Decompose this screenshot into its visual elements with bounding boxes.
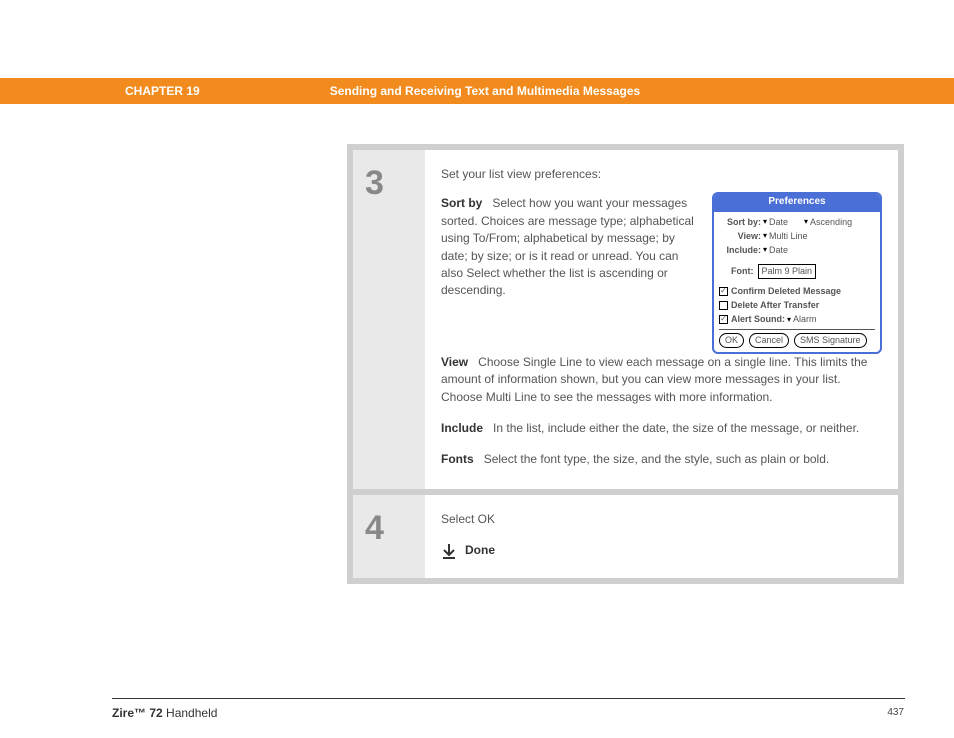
done-row: Done <box>441 542 882 559</box>
fonts-paragraph: Fonts Select the font type, the size, an… <box>441 451 882 468</box>
prefs-delete-label: Delete After Transfer <box>731 299 819 312</box>
ok-button[interactable]: OK <box>719 333 744 348</box>
dropdown-arrow-icon[interactable]: ▾ <box>763 230 767 242</box>
prefs-delete-row[interactable]: Delete After Transfer <box>719 299 875 312</box>
dropdown-arrow-icon[interactable]: ▾ <box>787 314 791 326</box>
chapter-title: Sending and Receiving Text and Multimedi… <box>330 84 641 98</box>
prefs-sortby-label: Sort by: <box>719 216 761 229</box>
sortby-text: Select how you want your messages sorted… <box>441 196 694 297</box>
sortby-paragraph: Sort by Select how you want your message… <box>441 195 698 299</box>
prefs-order-value[interactable]: Ascending <box>810 216 852 229</box>
checkbox-checked-icon[interactable]: ✓ <box>719 315 728 324</box>
step-body: Select OK Done <box>425 495 898 578</box>
prefs-font-label: Font: <box>731 265 754 278</box>
step-4: 4 Select OK Done <box>353 495 898 578</box>
chapter-label: CHAPTER 19 <box>125 84 200 98</box>
view-label: View <box>441 355 468 369</box>
prefs-alert-label: Alert Sound: <box>731 313 785 326</box>
step-intro: Set your list view preferences: <box>441 166 698 183</box>
step-body: Set your list view preferences: Sort by … <box>425 150 898 489</box>
prefs-include-label: Include: <box>719 244 761 257</box>
prefs-alert-value[interactable]: Alarm <box>793 313 817 326</box>
preferences-dialog: Preferences Sort by: ▾ Date ▾ Ascending <box>712 192 882 354</box>
footer-brand: Zire™ 72 <box>112 706 163 720</box>
step-number: 4 <box>353 495 425 578</box>
prefs-confirm-label: Confirm Deleted Message <box>731 285 841 298</box>
step-4-text: Select OK <box>441 511 882 528</box>
footer-product: Zire™ 72 Handheld <box>112 706 217 720</box>
view-text: Choose Single Line to view each message … <box>441 355 867 404</box>
checkbox-checked-icon[interactable]: ✓ <box>719 287 728 296</box>
prefs-view-row: View: ▾ Multi Line <box>719 230 875 243</box>
prefs-button-row: OK Cancel SMS Signature <box>719 329 875 348</box>
fonts-text: Select the font type, the size, and the … <box>484 452 830 466</box>
sms-signature-button[interactable]: SMS Signature <box>794 333 867 348</box>
footer-model: Handheld <box>166 706 217 720</box>
instruction-panel: 3 Set your list view preferences: Sort b… <box>347 144 904 584</box>
prefs-confirm-row[interactable]: ✓ Confirm Deleted Message <box>719 285 875 298</box>
prefs-include-row: Include: ▾ Date <box>719 244 875 257</box>
prefs-sortby-value[interactable]: Date <box>769 216 788 229</box>
prefs-view-label: View: <box>719 230 761 243</box>
dropdown-arrow-icon[interactable]: ▾ <box>763 244 767 256</box>
checkbox-unchecked-icon[interactable] <box>719 301 728 310</box>
include-paragraph: Include In the list, include either the … <box>441 420 882 437</box>
fonts-label: Fonts <box>441 452 474 466</box>
prefs-view-value[interactable]: Multi Line <box>769 230 808 243</box>
page-number: 437 <box>887 707 904 718</box>
dropdown-arrow-icon[interactable]: ▾ <box>763 216 767 228</box>
sortby-label: Sort by <box>441 196 482 210</box>
chapter-header: CHAPTER 19 Sending and Receiving Text an… <box>0 78 954 104</box>
step-number: 3 <box>353 150 425 489</box>
dropdown-arrow-icon[interactable]: ▾ <box>804 216 808 228</box>
prefs-include-value[interactable]: Date <box>769 244 788 257</box>
cancel-button[interactable]: Cancel <box>749 333 789 348</box>
prefs-title: Preferences <box>714 194 880 212</box>
done-arrow-icon <box>441 543 457 559</box>
prefs-sortby-row: Sort by: ▾ Date ▾ Ascending <box>719 216 875 229</box>
include-label: Include <box>441 421 483 435</box>
prefs-alert-row[interactable]: ✓ Alert Sound: ▾ Alarm <box>719 313 875 326</box>
view-paragraph: View Choose Single Line to view each mes… <box>441 354 882 406</box>
prefs-font-value[interactable]: Palm 9 Plain <box>758 264 817 279</box>
step-3: 3 Set your list view preferences: Sort b… <box>353 150 898 489</box>
done-label: Done <box>465 542 495 559</box>
prefs-font-row: Font: Palm 9 Plain <box>719 264 875 279</box>
footer-divider <box>112 698 905 699</box>
include-text: In the list, include either the date, th… <box>493 421 859 435</box>
